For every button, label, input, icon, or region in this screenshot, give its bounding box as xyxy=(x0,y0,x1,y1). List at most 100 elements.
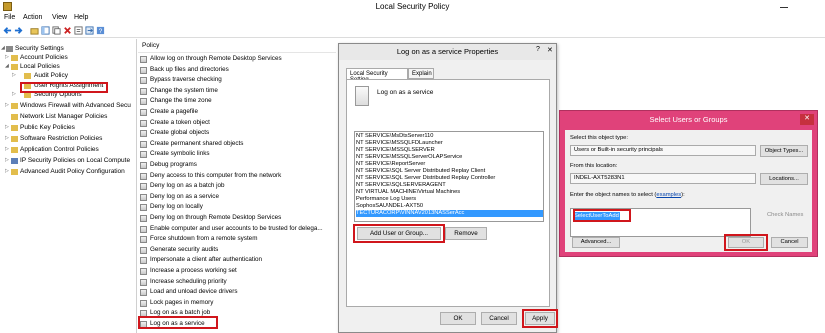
account-list-item[interactable]: TECTURACORP\VINNAV2013NASSerAcc xyxy=(356,210,543,217)
policy-row[interactable]: Deny log on locally xyxy=(138,203,336,212)
show-hide-tree-icon[interactable] xyxy=(41,26,50,35)
shield-icon xyxy=(11,158,18,164)
policy-label: Deny log on locally xyxy=(150,203,203,211)
back-icon[interactable] xyxy=(3,26,12,35)
policy-row[interactable]: Deny access to this computer from the ne… xyxy=(138,172,336,181)
accounts-list[interactable]: NT SERVICE\MsDtsServer110 NT SERVICE\MSSQ… xyxy=(354,131,544,222)
policy-label: Create permanent shared objects xyxy=(150,139,244,147)
policy-row[interactable]: Generate security audits xyxy=(138,246,336,255)
account-list-item[interactable]: NT SERVICE\SQL Server Distributed Replay… xyxy=(356,175,543,182)
account-list-item[interactable]: NT SERVICE\MSSQLFDLauncher xyxy=(356,140,543,147)
forward-icon[interactable] xyxy=(14,26,23,35)
tree-item-label: Software Restriction Policies xyxy=(20,135,103,142)
highlight-names xyxy=(573,209,631,222)
cancel-button[interactable]: Cancel xyxy=(771,237,808,248)
tree-item-label: Advanced Audit Policy Configuration xyxy=(20,168,125,175)
policy-row[interactable]: Create a token object xyxy=(138,119,336,128)
expand-arrow-icon[interactable]: ▷ xyxy=(12,72,17,81)
menu-file[interactable]: File xyxy=(4,14,15,21)
account-list-item[interactable]: Performance Log Users xyxy=(356,196,543,203)
policy-label: Change the system time xyxy=(150,86,218,94)
policy-row[interactable]: Increase scheduling priority xyxy=(138,278,336,287)
policy-icon xyxy=(140,183,147,191)
cancel-button[interactable]: Cancel xyxy=(481,312,517,325)
policy-row[interactable]: Create permanent shared objects xyxy=(138,140,336,149)
policy-label: Deny log on as a service xyxy=(150,192,219,200)
policy-row[interactable]: Create symbolic links xyxy=(138,150,336,159)
location-field: INDEL-AXT5283N1 xyxy=(570,173,756,184)
account-list-item[interactable]: NT SERVICE\MSSQLServerOLAPService xyxy=(356,154,543,161)
account-list-item[interactable]: NT SERVICE\ReportServer xyxy=(356,161,543,168)
policy-row[interactable]: Change the system time xyxy=(138,87,336,96)
expand-arrow-icon[interactable]: ▷ xyxy=(5,124,10,133)
account-list-item[interactable]: NT VIRTUAL MACHINE\Virtual Machines xyxy=(356,189,543,196)
object-type-field: Users or Built-in security principals xyxy=(570,145,756,156)
policy-icon xyxy=(140,299,147,307)
policy-row[interactable]: Lock pages in memory xyxy=(138,299,336,308)
window-title: Local Security Policy xyxy=(375,2,450,11)
help-button[interactable]: ? xyxy=(536,46,540,53)
export-list-icon[interactable] xyxy=(85,26,94,35)
account-list-item[interactable]: NT SERVICE\SQLSERVERAGENT xyxy=(356,182,543,189)
policy-row[interactable]: Enable computer and user accounts to be … xyxy=(138,225,336,234)
object-types-button[interactable]: Object Types... xyxy=(760,145,808,157)
account-list-item[interactable]: NT SERVICE\MsDtsServer110 xyxy=(356,133,543,140)
policy-row[interactable]: Impersonate a client after authenticatio… xyxy=(138,256,336,265)
expand-arrow-icon[interactable]: ▷ xyxy=(5,102,10,111)
account-list-item[interactable]: NT SERVICE\SQL Server Distributed Replay… xyxy=(356,168,543,175)
policy-row[interactable]: Deny log on through Remote Desktop Servi… xyxy=(138,214,336,223)
ok-button[interactable]: OK xyxy=(440,312,476,325)
names-label: Enter the object names to select (exampl… xyxy=(570,192,685,198)
object-type-label: Select this object type: xyxy=(570,135,629,141)
policy-column-header[interactable]: Policy xyxy=(138,42,336,53)
highlight-log-on-as-service xyxy=(138,316,218,329)
policy-icon xyxy=(140,257,147,265)
expand-arrow-icon[interactable]: ▷ xyxy=(12,91,17,100)
policy-row[interactable]: Increase a process working set xyxy=(138,267,336,276)
expand-arrow-icon[interactable]: ▷ xyxy=(5,54,10,63)
location-label: From this location: xyxy=(570,163,618,169)
select-users-dialog-title: Select Users or Groups xyxy=(649,115,728,124)
copy-icon[interactable] xyxy=(52,26,61,35)
expand-arrow-icon[interactable]: ▷ xyxy=(5,168,10,177)
properties-icon[interactable] xyxy=(74,26,83,35)
close-icon[interactable]: ✕ xyxy=(800,114,814,125)
folder-icon xyxy=(11,64,18,70)
policy-row[interactable]: Load and unload device drivers xyxy=(138,288,336,297)
help-icon[interactable]: ? xyxy=(96,26,105,35)
collapse-arrow-icon[interactable]: ◢ xyxy=(5,63,10,72)
menu-action[interactable]: Action xyxy=(23,14,42,21)
expand-arrow-icon[interactable]: ▷ xyxy=(5,135,10,144)
locations-button[interactable]: Locations... xyxy=(760,173,808,185)
policy-label: Deny log on as a batch job xyxy=(150,182,225,190)
expand-arrow-icon[interactable]: ▷ xyxy=(5,157,10,166)
account-list-item[interactable]: SophosSAU\NDEL-AXT50 xyxy=(356,203,543,210)
policy-icon xyxy=(140,193,147,201)
policy-row[interactable]: Create global objects xyxy=(138,129,336,138)
folder-icon xyxy=(11,136,18,142)
policy-row[interactable]: Create a pagefile xyxy=(138,108,336,117)
account-list-item[interactable]: NT SERVICE\MSSQLSERVER xyxy=(356,147,543,154)
delete-icon[interactable] xyxy=(63,26,72,35)
expand-arrow-icon[interactable]: ▷ xyxy=(5,146,10,155)
tab-explain[interactable]: Explain xyxy=(408,68,434,79)
check-names-button[interactable]: Check Names xyxy=(767,212,803,218)
policy-row[interactable]: Force shutdown from a remote system xyxy=(138,235,336,244)
policy-row[interactable]: Debug programs xyxy=(138,161,336,170)
close-icon[interactable]: ✕ xyxy=(547,46,553,54)
computer-icon xyxy=(6,46,13,52)
menu-help[interactable]: Help xyxy=(74,14,88,21)
policy-row[interactable]: Change the time zone xyxy=(138,97,336,106)
folder-icon xyxy=(11,103,18,109)
policy-row[interactable]: Back up files and directories xyxy=(138,66,336,75)
policy-row[interactable]: Deny log on as a batch job xyxy=(138,182,336,191)
advanced-button[interactable]: Advanced... xyxy=(572,237,620,248)
menu-view[interactable]: View xyxy=(52,14,67,21)
policy-row[interactable]: Deny log on as a service xyxy=(138,193,336,202)
policy-row[interactable]: Bypass traverse checking xyxy=(138,76,336,85)
policy-row[interactable]: Allow log on through Remote Desktop Serv… xyxy=(138,55,336,64)
examples-link[interactable]: examples xyxy=(656,192,681,198)
up-folder-icon[interactable] xyxy=(30,26,39,35)
remove-button[interactable]: Remove xyxy=(445,227,487,240)
minimize-button[interactable] xyxy=(773,0,795,13)
